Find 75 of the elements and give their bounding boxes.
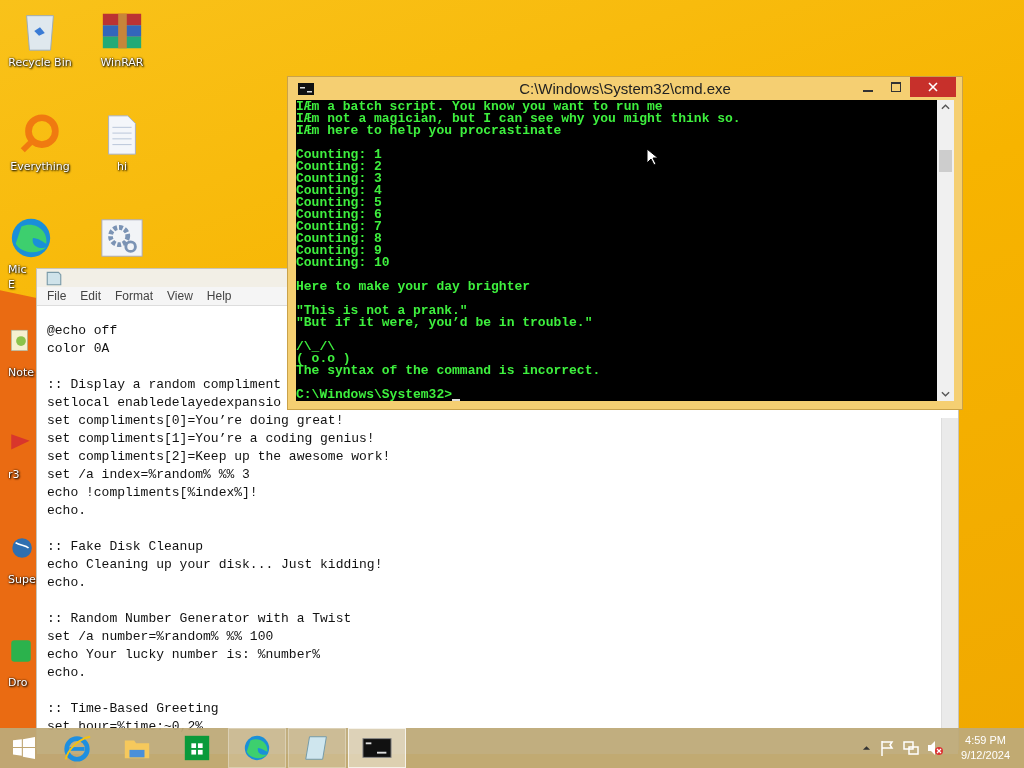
code-line: set compliments[0]=You’re doing great! [47, 412, 344, 430]
window-title: C:\Windows\System32\cmd.exe [519, 80, 731, 97]
minimize-icon [863, 89, 873, 92]
code-line: color 0A [47, 340, 110, 358]
code-line: setlocal enabledelayedexpansio [47, 394, 282, 412]
start-icon [13, 737, 35, 759]
icon-label[interactable]: r3 [8, 468, 20, 481]
console-line: IÆm here to help you procrastinate [296, 125, 562, 137]
close-icon [928, 82, 938, 92]
code-line: echo. [47, 664, 86, 682]
code-line: echo !compliments[%index%]! [47, 484, 258, 502]
code-line: :: Time-Based Greeting [47, 700, 219, 718]
console-line: IÆm not a magician, but I can see why you might think so. [296, 113, 741, 125]
console-line: IÆm a batch script. You know you want to run me [296, 101, 663, 113]
code-line: :: Random Number Generator with a Twist [47, 610, 352, 628]
caret-icon[interactable] [862, 745, 872, 751]
edge-icon[interactable] [228, 728, 286, 768]
console-line: Counting: 5 [296, 197, 382, 209]
console-icon [298, 82, 314, 95]
console-icon[interactable] [348, 728, 406, 768]
console-line: "This is not a prank." [296, 305, 468, 317]
menu-item[interactable]: Help [200, 287, 238, 305]
console-line: Counting: 8 [296, 233, 382, 245]
text-cursor [452, 399, 461, 401]
console-line: Counting: 9 [296, 245, 382, 257]
code-line: echo Your lucky number is: %number% [47, 646, 321, 664]
console-line: ( o.o ) [296, 353, 351, 365]
code-line: set compliments[1]=You’re a coding genius! [47, 430, 375, 448]
console-line: Here to make your day brighter [296, 281, 531, 293]
code-line: set /a index=%random% %% 3 [47, 466, 250, 484]
code-line: :: Display a random compliment [47, 376, 282, 394]
console-line: The syntax of the command is incorrect. [296, 365, 601, 377]
code-line: set /a number=%random% %% 100 [47, 628, 274, 646]
icon-label[interactable]: E [8, 278, 15, 291]
icon-label[interactable]: Note [8, 366, 35, 379]
code-line: echo. [47, 502, 86, 520]
console-line: Counting: 2 [296, 161, 382, 173]
icon-label[interactable]: Dro [8, 676, 28, 689]
scroll-thumb[interactable] [939, 150, 952, 172]
date-label: 9/12/2024 [961, 748, 1010, 763]
menu-item[interactable]: Edit [74, 287, 108, 305]
icon-label[interactable]: Recycle Bin [8, 56, 72, 69]
icon-label[interactable]: hi [117, 160, 127, 173]
console-line: /\_/\ [296, 341, 335, 353]
menu-item[interactable]: Format [109, 287, 160, 305]
notepad-icon [45, 269, 63, 287]
code-line: set compliments[2]=Keep up the awesome work! [47, 448, 391, 466]
maximize-icon [891, 82, 901, 92]
scrollbar[interactable] [941, 418, 958, 730]
console-line: Counting: 10 [296, 257, 390, 269]
menu-item[interactable]: File [41, 287, 73, 305]
code-line: set hour=%time:~0,2% [47, 718, 204, 736]
icon-label[interactable]: Everything [10, 160, 70, 173]
cursor-icon [646, 148, 658, 166]
scrollbar[interactable] [937, 100, 954, 401]
network-icon[interactable] [903, 740, 920, 756]
console-line: "But if it were, you’d be in trouble." [296, 317, 593, 329]
console-line: Counting: 1 [296, 149, 382, 161]
icon-label[interactable]: WinRAR [100, 56, 144, 69]
console-line: Counting: 6 [296, 209, 382, 221]
command-prompt[interactable]: C:\Windows\System32> [296, 389, 453, 401]
code-line: echo. [47, 574, 86, 592]
code-line: echo Cleaning up your disk... Just kidding! [47, 556, 383, 574]
console-line: Counting: 3 [296, 173, 382, 185]
icon-label[interactable]: Supe [8, 573, 36, 586]
time-label: 4:59 PM [965, 733, 1006, 748]
menu-item[interactable]: View [161, 287, 199, 305]
code-line: :: Fake Disk Cleanup [47, 538, 204, 556]
icon-label[interactable]: Mic [8, 263, 27, 276]
console-line: Counting: 7 [296, 221, 382, 233]
console-line: Counting: 4 [296, 185, 382, 197]
code-line: @echo off [47, 322, 118, 340]
flag-icon[interactable] [879, 740, 896, 756]
clock[interactable]: 4:59 PM 9/12/2024 [961, 733, 1010, 763]
speaker-muted-icon[interactable] [927, 740, 944, 756]
